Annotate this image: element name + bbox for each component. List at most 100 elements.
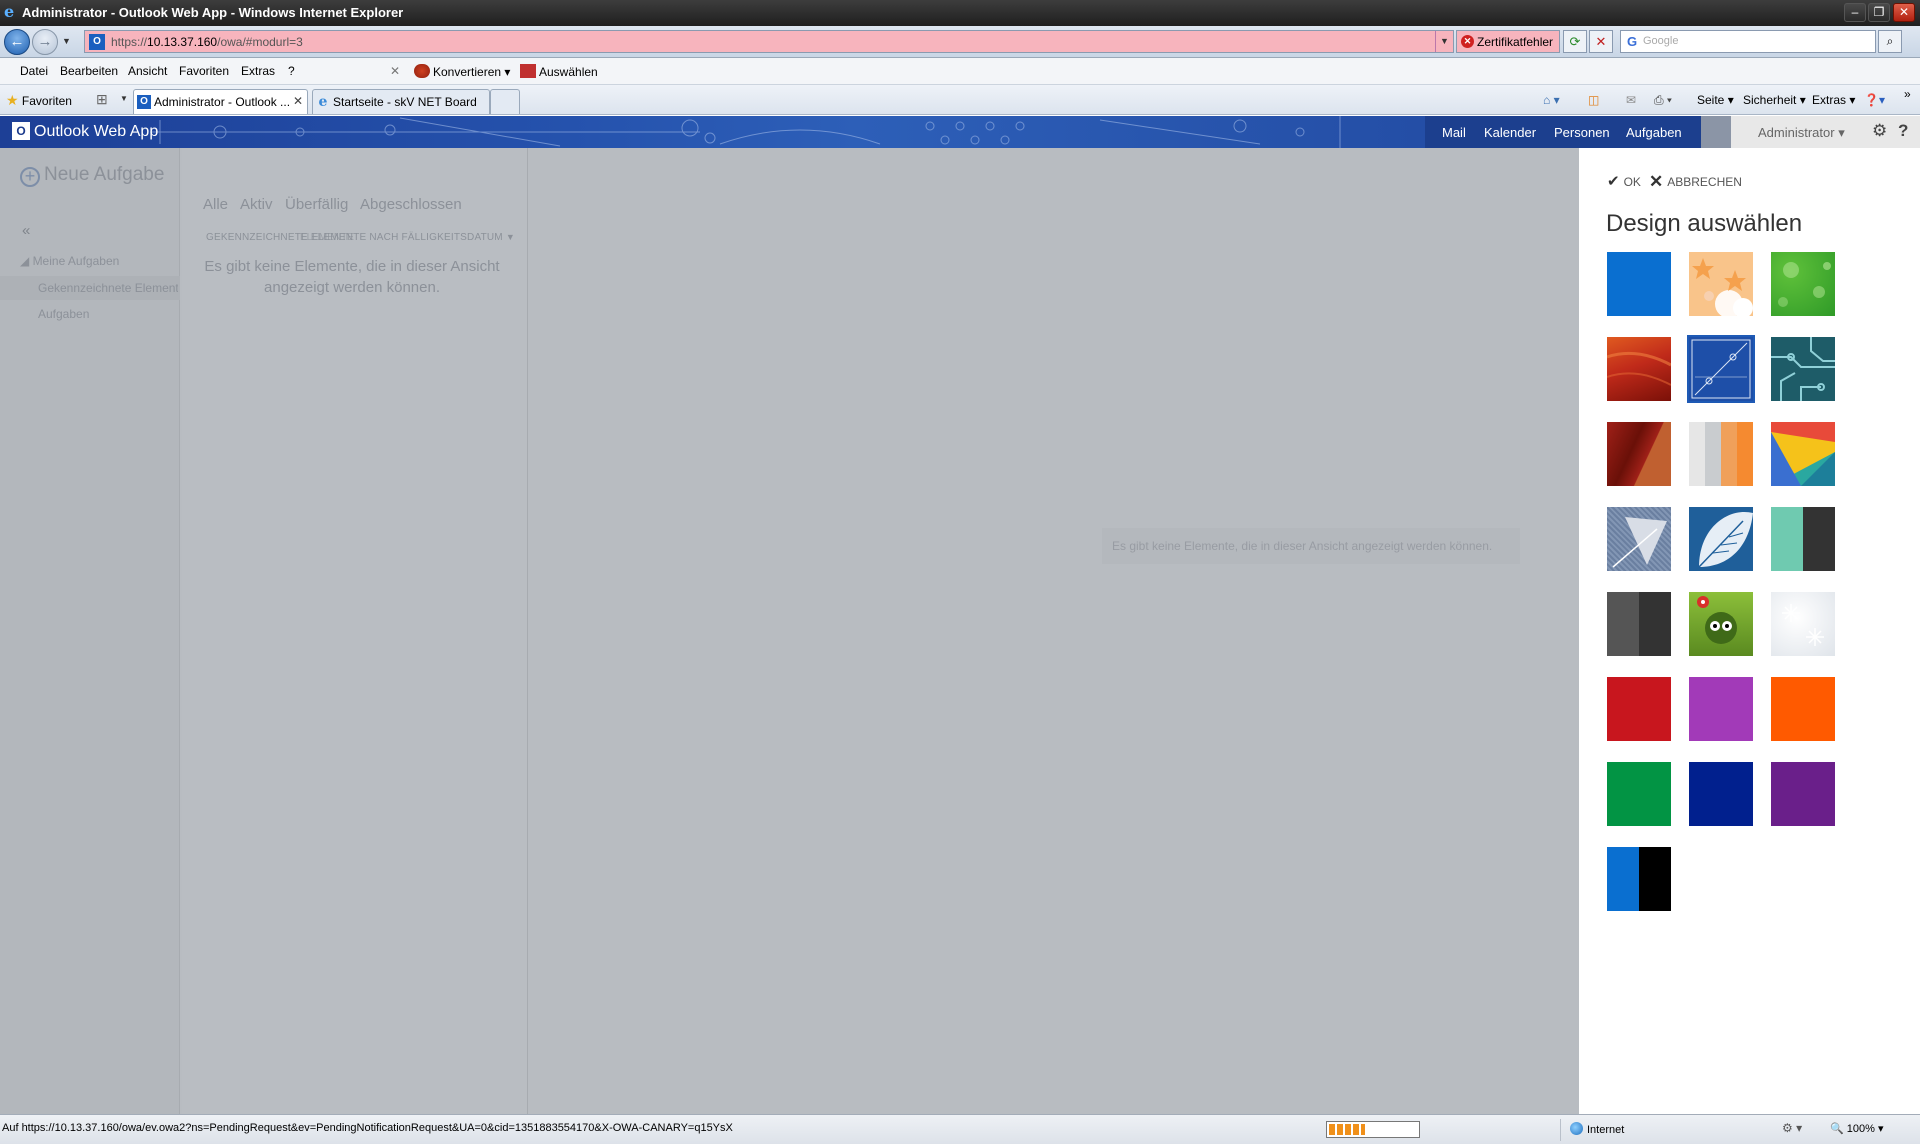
tab-outlook[interactable]: O Administrator - Outlook ... ✕ — [133, 89, 308, 114]
theme-swatch-orange[interactable] — [1771, 677, 1835, 741]
theme-swatch-leaf[interactable] — [1689, 507, 1753, 571]
theme-swatch-circuit[interactable] — [1771, 337, 1835, 401]
internet-explorer-icon: e — [4, 2, 15, 21]
close-toolbar-icon[interactable]: ✕ — [390, 64, 400, 78]
mail-icon[interactable]: ✉ — [1626, 93, 1636, 107]
convert-button[interactable]: Konvertieren ▾ — [414, 64, 510, 79]
menu-edit[interactable]: Bearbeiten — [60, 64, 118, 78]
theme-swatch-snow[interactable] — [1771, 592, 1835, 656]
sort-header-overlap: ELEMENTE — [300, 232, 354, 243]
theme-swatch-wood[interactable] — [1607, 422, 1671, 486]
theme-pattern — [1612, 517, 1667, 568]
print-icon[interactable]: ⎙ ▾ — [1654, 93, 1672, 108]
theme-swatch-navy[interactable] — [1689, 762, 1753, 826]
theme-swatch-geometric[interactable] — [1771, 422, 1835, 486]
quick-tabs-icon[interactable]: ⊞ — [96, 91, 108, 108]
menu-file[interactable]: Datei — [20, 64, 48, 78]
favorites-button[interactable]: ★ Favoriten — [6, 92, 72, 109]
theme-swatch-violet[interactable] — [1771, 762, 1835, 826]
ok-button[interactable]: ✔ OK — [1607, 172, 1641, 190]
select-icon — [520, 64, 536, 78]
search-button[interactable]: ⌕ — [1878, 30, 1902, 53]
folder-tasks[interactable]: Aufgaben — [38, 307, 89, 321]
home-icon[interactable]: ⌂ ▾ — [1543, 93, 1560, 107]
theme-pattern — [1691, 339, 1751, 399]
minimize-button[interactable]: – — [1844, 3, 1866, 22]
back-button[interactable]: ← — [4, 29, 30, 55]
page-menu[interactable]: Seite ▾ — [1697, 93, 1734, 107]
filter-all[interactable]: Alle — [203, 196, 228, 213]
theme-swatch-cat[interactable] — [1689, 592, 1753, 656]
filter-completed[interactable]: Abgeschlossen — [360, 196, 462, 213]
theme-swatch-green-bokeh[interactable] — [1771, 252, 1835, 316]
theme-swatch-denim-leaf[interactable] — [1607, 507, 1671, 571]
theme-swatch-gray-dark[interactable] — [1607, 592, 1671, 656]
nav-people[interactable]: Personen — [1554, 125, 1610, 140]
new-task-button[interactable]: + Neue Aufgabe — [20, 164, 164, 187]
theme-pattern — [1692, 258, 1753, 316]
gear-icon[interactable]: ⚙ — [1872, 121, 1887, 141]
address-url[interactable]: https://10.13.37.160/owa/#modurl=3 — [111, 35, 303, 49]
more-commands-icon[interactable]: » — [1904, 87, 1911, 101]
select-button[interactable]: Auswählen — [520, 64, 598, 79]
security-menu[interactable]: Sicherheit ▾ — [1743, 93, 1806, 107]
owa-body: + Neue Aufgabe Alle Aktiv Überfällig Abge… — [0, 148, 1579, 1114]
theme-swatch-purple[interactable] — [1689, 677, 1753, 741]
zoom-level[interactable]: 🔍 100% ▾ — [1830, 1122, 1883, 1135]
theme-swatch-blue-black[interactable] — [1607, 847, 1671, 911]
new-tab-button[interactable] — [490, 89, 520, 114]
theme-swatch-red[interactable] — [1607, 677, 1671, 741]
theme-swatch-blueprint[interactable] — [1687, 335, 1755, 403]
address-dropdown-icon[interactable]: ▼ — [1435, 31, 1453, 52]
certificate-error-button[interactable]: ✕ Zertifikatfehler — [1456, 30, 1560, 53]
blueprint-banner — [0, 116, 1425, 148]
sort-header[interactable]: GEKENNZEICHNETE ELEMENTE NACH FÄLLIGKEIT… — [206, 232, 515, 243]
nav-calendar[interactable]: Kalender — [1484, 125, 1536, 140]
plus-circle-icon: + — [20, 167, 40, 187]
protected-mode-icon[interactable]: ⚙ ▾ — [1782, 1121, 1802, 1135]
tab-skv-board[interactable]: e Startseite - skV NET Board — [312, 89, 490, 114]
theme-swatch-stripes[interactable] — [1689, 422, 1753, 486]
filter-overdue[interactable]: Überfällig — [285, 196, 348, 213]
theme-swatch-stars[interactable] — [1689, 252, 1753, 316]
status-bar: Auf https://10.13.37.160/owa/ev.owa2?ns=… — [0, 1114, 1920, 1144]
collapse-pane-button[interactable]: « — [22, 222, 30, 239]
history-dropdown-icon[interactable]: ▼ — [62, 36, 71, 46]
theme-swatch-red-paint[interactable] — [1607, 337, 1671, 401]
menu-tools[interactable]: Extras — [241, 64, 275, 78]
forward-button[interactable]: → — [32, 29, 58, 55]
menu-view[interactable]: Ansicht — [128, 64, 167, 78]
theme-swatch-teal-dark[interactable] — [1771, 507, 1835, 571]
folder-flagged-items[interactable]: Gekennzeichnete Elemente — [38, 281, 178, 295]
folder-my-tasks[interactable]: ◢ Meine Aufgaben — [20, 254, 119, 268]
menu-help[interactable]: ? — [288, 64, 295, 78]
nav-mail[interactable]: Mail — [1442, 125, 1466, 140]
feeds-icon[interactable]: ◫ — [1588, 93, 1599, 107]
help-icon[interactable]: ❓▾ — [1864, 93, 1885, 107]
menu-bar: Datei Bearbeiten Ansicht Favoriten Extra… — [0, 58, 1920, 85]
theme-pattern — [1607, 351, 1671, 386]
search-box[interactable]: G Google — [1620, 30, 1876, 53]
help-question-icon[interactable]: ? — [1898, 121, 1908, 141]
progress-bar — [1326, 1121, 1420, 1138]
tab-bar: ★ Favoriten ⊞ ▼ O Administrator - Outloo… — [0, 85, 1920, 115]
theme-swatch-green[interactable] — [1607, 762, 1671, 826]
nav-tasks[interactable]: Aufgaben — [1626, 125, 1682, 140]
checkmark-icon: ✔ — [1607, 173, 1620, 190]
restore-button[interactable]: ❐ — [1868, 3, 1890, 22]
refresh-button[interactable]: ⟳ — [1563, 30, 1587, 53]
close-tab-icon[interactable]: ✕ — [293, 94, 303, 108]
cancel-button[interactable]: ✕ ABBRECHEN — [1649, 172, 1742, 192]
security-zone[interactable]: Internet — [1570, 1122, 1624, 1136]
google-icon: G — [1626, 34, 1638, 49]
tools-menu[interactable]: Extras ▾ — [1812, 93, 1855, 107]
theme-swatch-blue[interactable] — [1607, 252, 1671, 316]
menu-favorites[interactable]: Favoriten — [179, 64, 229, 78]
user-menu[interactable]: Administrator ▾ — [1758, 125, 1845, 141]
owa-header: O Outlook Web App Mail Kalender Personen… — [0, 116, 1920, 148]
filter-active[interactable]: Aktiv — [240, 196, 273, 213]
address-bar[interactable]: O https://10.13.37.160/owa/#modurl=3 ▼ — [84, 30, 1454, 53]
close-window-button[interactable]: ✕ — [1893, 3, 1915, 22]
tab-list-dropdown-icon[interactable]: ▼ — [120, 94, 128, 103]
stop-button[interactable]: ✕ — [1589, 30, 1613, 53]
